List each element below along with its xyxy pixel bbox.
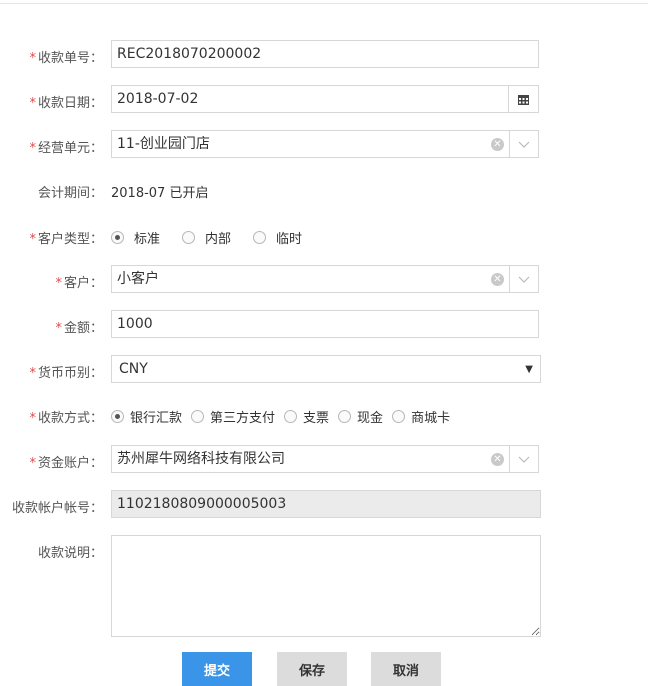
radio-dot[interactable] bbox=[253, 231, 267, 244]
receipt-no-label: * 收款单号： bbox=[0, 47, 103, 66]
account-number-input: 1102180809000005003 bbox=[111, 490, 541, 518]
label-text: 资金账户： bbox=[37, 456, 103, 471]
radio-mall-card[interactable]: 商城卡 bbox=[392, 407, 450, 426]
account-number-label: 收款帐户帐号： bbox=[11, 501, 103, 516]
radio-dot[interactable] bbox=[111, 410, 124, 423]
amount-label: * 金额： bbox=[0, 317, 103, 336]
receipt-no-input[interactable]: REC2018070200002 bbox=[111, 40, 539, 68]
radio-dot[interactable] bbox=[392, 410, 406, 423]
remark-textarea[interactable] bbox=[111, 535, 541, 637]
radio-label: 支票 bbox=[303, 411, 330, 426]
clear-icon[interactable]: ✕ bbox=[491, 138, 504, 151]
accounting-period-value: 2018-07 已开启 bbox=[111, 186, 209, 201]
currency-value: CNY bbox=[119, 361, 148, 377]
required-mark: * bbox=[29, 366, 36, 381]
top-divider bbox=[0, 3, 648, 4]
amount-input[interactable]: 1000 bbox=[111, 310, 539, 338]
required-mark: * bbox=[29, 96, 36, 111]
radio-label: 银行汇款 bbox=[130, 411, 183, 426]
required-mark: * bbox=[55, 276, 62, 291]
radio-bank-transfer[interactable]: 银行汇款 bbox=[111, 407, 182, 426]
required-mark: * bbox=[29, 411, 36, 426]
dropdown-arrow-icon[interactable]: ▼ bbox=[525, 356, 533, 383]
chevron-down-icon[interactable] bbox=[509, 131, 538, 157]
radio-third-party[interactable]: 第三方支付 bbox=[191, 407, 275, 426]
customer-value: 小客户 bbox=[117, 271, 159, 287]
label-text: 收款单号： bbox=[37, 51, 103, 66]
radio-dot[interactable] bbox=[191, 410, 205, 423]
radio-temporary[interactable]: 临时 bbox=[253, 228, 302, 247]
radio-label: 临时 bbox=[276, 232, 303, 247]
label-text: 货币币别： bbox=[37, 366, 103, 381]
business-unit-value: 11-创业园门店 bbox=[117, 136, 210, 152]
business-unit-select[interactable]: 11-创业园门店 ✕ bbox=[111, 130, 539, 158]
radio-label: 内部 bbox=[205, 232, 232, 247]
radio-dot[interactable] bbox=[111, 231, 124, 244]
required-mark: * bbox=[55, 321, 62, 336]
label-text: 客户类型： bbox=[37, 232, 103, 247]
payment-method-label: * 收款方式： bbox=[0, 407, 103, 426]
receipt-no-value: REC2018070200002 bbox=[117, 46, 262, 62]
account-number-value: 1102180809000005003 bbox=[117, 496, 287, 512]
currency-label: * 货币币别： bbox=[0, 362, 103, 381]
save-button[interactable]: 保存 bbox=[277, 652, 347, 686]
required-mark: * bbox=[29, 456, 36, 471]
remark-label: 收款说明： bbox=[37, 546, 103, 561]
radio-internal[interactable]: 内部 bbox=[182, 228, 231, 247]
radio-label: 商城卡 bbox=[411, 411, 451, 426]
radio-cheque[interactable]: 支票 bbox=[284, 407, 329, 426]
payment-method-radio-group: 银行汇款 第三方支付 支票 现金 商城卡 bbox=[111, 407, 459, 426]
submit-button[interactable]: 提交 bbox=[182, 652, 252, 686]
accounting-period-label: 会计期间： bbox=[37, 186, 103, 201]
clear-icon[interactable]: ✕ bbox=[491, 453, 504, 466]
label-text: 客户： bbox=[63, 276, 103, 291]
radio-label: 标准 bbox=[134, 232, 161, 247]
amount-value: 1000 bbox=[117, 316, 153, 332]
chevron-down-icon[interactable] bbox=[509, 266, 538, 292]
receipt-date-value: 2018-07-02 bbox=[117, 91, 199, 107]
fund-account-value: 苏州犀牛网络科技有限公司 bbox=[117, 451, 285, 467]
fund-account-select[interactable]: 苏州犀牛网络科技有限公司 ✕ bbox=[111, 445, 539, 473]
calendar-icon[interactable] bbox=[508, 86, 538, 112]
required-mark: * bbox=[29, 51, 36, 66]
customer-type-label: * 客户类型： bbox=[0, 228, 103, 247]
label-text: 收款日期： bbox=[37, 96, 103, 111]
required-mark: * bbox=[29, 232, 36, 247]
radio-dot[interactable] bbox=[182, 231, 196, 244]
radio-standard[interactable]: 标准 bbox=[111, 228, 160, 247]
customer-type-radio-group: 标准 内部 临时 bbox=[111, 228, 324, 247]
radio-dot[interactable] bbox=[338, 410, 352, 423]
radio-dot[interactable] bbox=[284, 410, 298, 423]
fund-account-label: * 资金账户： bbox=[0, 452, 103, 471]
business-unit-label: * 经营单元： bbox=[0, 137, 103, 156]
radio-label: 第三方支付 bbox=[210, 411, 276, 426]
customer-select[interactable]: 小客户 ✕ bbox=[111, 265, 539, 293]
label-text: 金额： bbox=[63, 321, 103, 336]
radio-label: 现金 bbox=[357, 411, 384, 426]
currency-select[interactable]: CNY ▼ bbox=[111, 355, 541, 383]
customer-label: * 客户： bbox=[0, 272, 103, 291]
chevron-down-icon[interactable] bbox=[509, 446, 538, 472]
radio-cash[interactable]: 现金 bbox=[338, 407, 383, 426]
receipt-date-label: * 收款日期： bbox=[0, 92, 103, 111]
cancel-button[interactable]: 取消 bbox=[371, 652, 441, 686]
label-text: 收款方式： bbox=[37, 411, 103, 426]
required-mark: * bbox=[29, 141, 36, 156]
clear-icon[interactable]: ✕ bbox=[491, 273, 504, 286]
label-text: 经营单元： bbox=[37, 141, 103, 156]
receipt-date-input[interactable]: 2018-07-02 bbox=[111, 85, 539, 113]
